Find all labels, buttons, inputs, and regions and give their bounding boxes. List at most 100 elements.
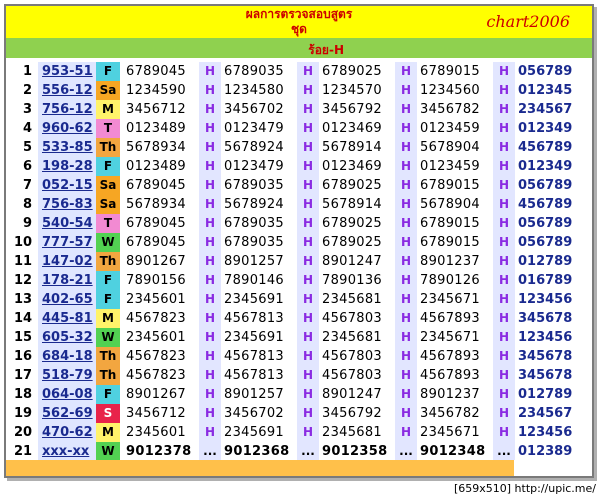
day-badge: T [96,214,120,233]
h-marker: H [498,330,510,344]
table-row: 20 470-62 M 2345601 H 2345691 H 2345681 H 2345671… [6,423,592,442]
table-row: 4 960-62 T 0123489 H 0123479 H 0123469 H 0123459 H… [6,119,592,138]
row-index: 21 [14,444,33,459]
number-cell: 6789035 [224,64,284,79]
h-marker: H [400,159,412,173]
table-row: 21 xxx-xx W 9012378... 9012368... 9012358... 9… [6,442,592,461]
h-marker: H [204,387,216,401]
draw-code-link[interactable]: xxx-xx [42,442,98,461]
h-marker: H [400,368,412,382]
draw-code-link[interactable]: 756-12 [42,100,98,119]
h-marker: H [400,425,412,439]
table-row: 14 445-81 M 4567823 H 4567813 H 4567803 H 4567893… [6,309,592,328]
draw-code-link[interactable]: 198-28 [42,157,98,176]
number-cell: 3456702 [224,102,284,117]
draw-code-link[interactable]: 518-79 [42,366,98,385]
number-cell: 4567803 [322,311,382,326]
number-cell: 4567893 [420,368,480,383]
draw-code-link[interactable]: 777-57 [42,233,98,252]
h-marker: H [302,311,314,325]
number-cell: 1234580 [224,83,284,98]
draw-code-link[interactable]: 756-83 [42,195,98,214]
day-badge: Th [96,138,120,157]
day-badge: F [96,385,120,404]
table-row: 6 198-28 F 0123489 H 0123479 H 0123469 H 0123459 H… [6,157,592,176]
number-cell: 3456702 [224,406,284,421]
h-marker: H [498,178,510,192]
row-index: 20 [14,425,33,440]
h-marker: H [400,235,412,249]
draw-code-link[interactable]: 540-54 [42,214,98,233]
table-row: 3 756-12 M 3456712 H 3456702 H 3456792 H 3456782 H… [6,100,592,119]
number-cell: 8901267 [126,254,186,269]
table-row: 16 684-18 Th 4567823 H 4567813 H 4567803 H 456789… [6,347,592,366]
draw-code-link[interactable]: 960-62 [42,119,98,138]
draw-code-link[interactable]: 052-15 [42,176,98,195]
h-marker: H [302,64,314,78]
table-row: 9 540-54 T 6789045 H 6789035 H 6789025 H 6789015 H… [6,214,592,233]
day-badge: M [96,100,120,119]
table-row: 12 178-21 F 7890156 H 7890146 H 7890136 H 7890126… [6,271,592,290]
draw-code-link[interactable]: 533-85 [42,138,98,157]
number-cell: 0123459 [420,121,480,136]
row-index: 12 [14,273,33,288]
number-cell: 8901247 [322,387,382,402]
h-marker: H [302,197,314,211]
result-digits: 012789 [518,254,573,269]
h-marker: ... [399,444,413,458]
draw-code-link[interactable]: 562-69 [42,404,98,423]
h-marker: H [498,197,510,211]
h-marker: H [204,140,216,154]
number-cell: 4567823 [126,311,186,326]
number-cell: 3456712 [126,406,186,421]
draw-code-link[interactable]: 953-51 [42,62,98,81]
row-index: 9 [22,216,32,231]
number-cell: 0123469 [322,121,382,136]
h-marker: H [204,349,216,363]
h-marker: H [302,406,314,420]
draw-code-link[interactable]: 402-65 [42,290,98,309]
draw-code-link[interactable]: 445-81 [42,309,98,328]
h-marker: H [400,387,412,401]
h-marker: H [302,102,314,116]
result-digits: 123456 [518,425,573,440]
result-digits: 456789 [518,140,573,155]
number-cell: 8901257 [224,254,284,269]
number-cell: 5678904 [420,197,480,212]
h-marker: H [204,197,216,211]
h-marker: H [204,311,216,325]
number-cell: 4567893 [420,311,480,326]
h-marker: H [204,368,216,382]
number-cell: 2345671 [420,330,480,345]
h-marker: H [204,425,216,439]
h-marker: H [498,425,510,439]
result-digits: 234567 [518,102,573,117]
h-marker: H [400,292,412,306]
table-row: 2 556-12 Sa 1234590 H 1234580 H 1234570 H 1234560… [6,81,592,100]
draw-code-link[interactable]: 470-62 [42,423,98,442]
h-marker: H [498,311,510,325]
number-cell: 0123479 [224,159,284,174]
number-cell: 6789015 [420,178,480,193]
draw-code-link[interactable]: 684-18 [42,347,98,366]
day-badge: F [96,157,120,176]
draw-code-link[interactable]: 064-08 [42,385,98,404]
number-cell: 2345681 [322,292,382,307]
h-marker: H [498,368,510,382]
h-marker: H [498,254,510,268]
h-marker: H [302,425,314,439]
result-digits: 345678 [518,368,573,383]
h-marker: H [400,311,412,325]
number-cell: 6789045 [126,216,186,231]
draw-code-link[interactable]: 556-12 [42,81,98,100]
result-digits: 056789 [518,178,573,193]
number-cell: 1234560 [420,83,480,98]
day-badge: F [96,290,120,309]
number-cell: 2345691 [224,330,284,345]
draw-code-link[interactable]: 147-02 [42,252,98,271]
draw-code-link[interactable]: 605-32 [42,328,98,347]
number-cell: 4567823 [126,368,186,383]
number-cell: 3456782 [420,102,480,117]
number-cell: 5678904 [420,140,480,155]
draw-code-link[interactable]: 178-21 [42,271,98,290]
